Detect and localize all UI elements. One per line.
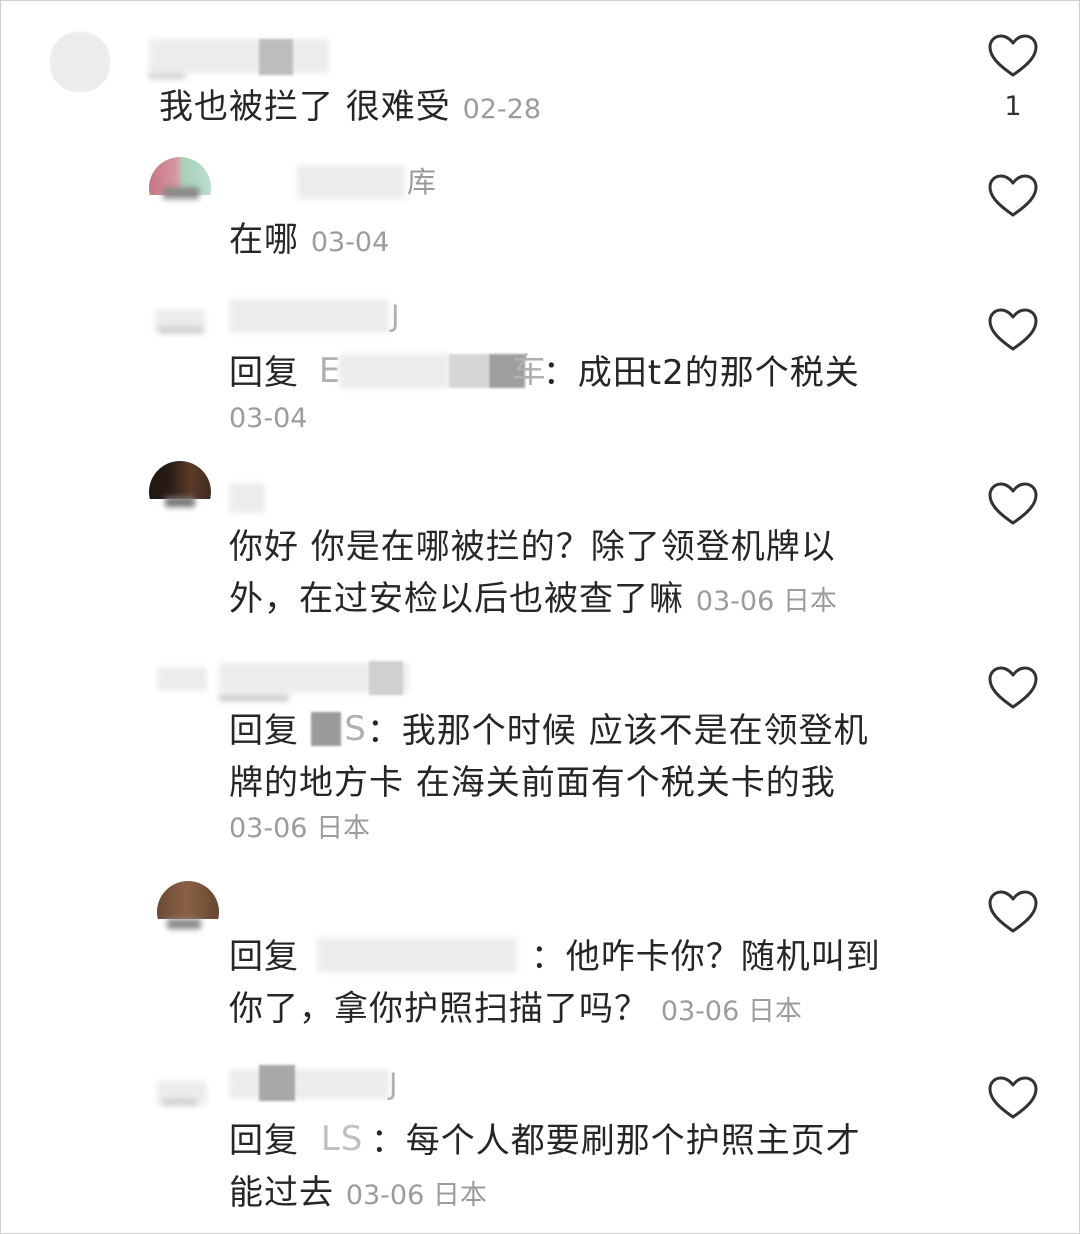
comment-text-line: 牌的地方卡 在海关前面有个税关卡的我 — [229, 763, 836, 803]
heart-outline-icon — [988, 666, 1038, 709]
comment-text-line: 回复 ：他咋卡你？随机叫到 — [229, 937, 881, 977]
heart-outline-icon — [988, 482, 1038, 525]
comment-body: ：成田t2的那个税关 — [542, 353, 860, 393]
reply-target[interactable] — [311, 938, 531, 972]
reply-target[interactable]: S — [310, 709, 367, 749]
comment-time: 03-06 日本 — [345, 1180, 487, 1211]
comment-location: 日本 — [316, 813, 371, 844]
comment-text-line: 你了，拿你护照扫描了吗？ 03-06 日本 — [229, 989, 802, 1029]
comment-body: 在哪 — [229, 220, 299, 260]
comment-text-line: 回复 LS ：每个人都要刷那个护照主页才 — [229, 1119, 861, 1161]
like-button[interactable] — [987, 665, 1039, 711]
reply-prefix: 回复 — [229, 937, 299, 977]
comment-text: 我也被拦了 很难受 02-28 — [159, 81, 541, 136]
avatar[interactable] — [149, 461, 211, 523]
comment-text-line: 回复 S ：我那个时候 应该不是在领登机 — [229, 709, 869, 751]
comment-text: 在哪 03-04 — [229, 214, 389, 269]
comment-time: 03-06 日本 — [229, 813, 371, 844]
avatar[interactable] — [149, 291, 211, 353]
comment-time: 03-06 日本 — [695, 586, 837, 617]
like-button[interactable]: 1 — [987, 33, 1039, 122]
comment-time: 03-04 — [229, 403, 308, 434]
comment-text-line: 你好 你是在哪被拦的？除了领登机牌以 — [229, 527, 836, 567]
like-count: 1 — [1004, 91, 1022, 122]
comment-body: 我也被拦了 很难受 — [159, 87, 451, 127]
avatar[interactable] — [149, 157, 211, 219]
heart-outline-icon — [988, 34, 1038, 77]
comment-location: 日本 — [747, 996, 802, 1027]
like-button[interactable] — [987, 307, 1039, 353]
avatar[interactable] — [49, 31, 111, 93]
reply-prefix: 回复 — [229, 353, 299, 393]
comment-text-line: 外，在过安检以后也被查了嘛 03-06 日本 — [229, 579, 837, 619]
comment-time: 03-06 日本 — [660, 996, 802, 1027]
like-button[interactable] — [987, 1075, 1039, 1121]
like-button[interactable] — [987, 889, 1039, 935]
comment-list: 我也被拦了 很难受 02-28 1 库 在哪 03-04 J 回复 E 车 ：成… — [0, 0, 1080, 1234]
comment-text-line: 能过去 03-06 日本 — [229, 1173, 487, 1213]
comment-time: 03-04 — [310, 227, 390, 258]
reply-prefix: 回复 — [229, 711, 299, 751]
comment-location: 日本 — [782, 586, 837, 617]
avatar[interactable] — [149, 1063, 211, 1125]
reply-target[interactable]: LS — [311, 1119, 371, 1159]
heart-outline-icon — [988, 1076, 1038, 1119]
heart-outline-icon — [988, 308, 1038, 351]
heart-outline-icon — [988, 174, 1038, 217]
avatar[interactable] — [157, 881, 219, 943]
like-button[interactable] — [987, 173, 1039, 219]
comment-time: 02-28 — [462, 94, 542, 125]
heart-outline-icon — [988, 890, 1038, 933]
comment-location: 日本 — [432, 1180, 487, 1211]
like-button[interactable] — [987, 481, 1039, 527]
avatar[interactable] — [149, 651, 211, 713]
reply-target[interactable]: E 车 — [311, 351, 546, 391]
reply-prefix: 回复 — [229, 1121, 299, 1161]
comment-text: 回复 E 车 ：成田t2的那个税关 — [229, 347, 860, 399]
